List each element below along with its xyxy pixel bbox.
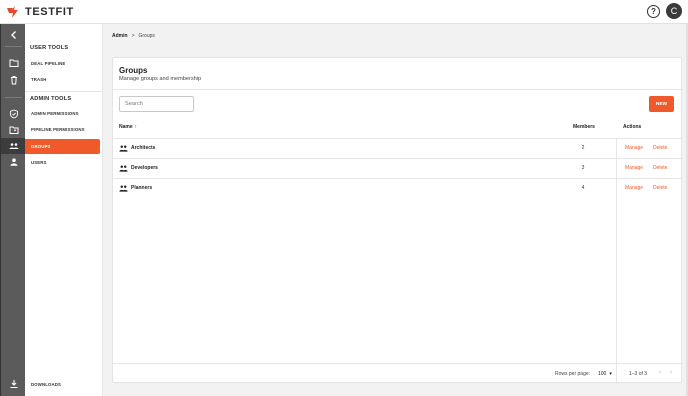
group-icon [119,165,128,172]
group-icon [9,143,18,149]
download-icon [10,380,17,389]
rail-pipeline-permissions[interactable] [1,122,26,138]
trash-icon [10,76,17,85]
rail-deal-pipeline[interactable] [1,55,26,71]
breadcrumb: Admin > Groups [112,33,155,39]
rail-users[interactable] [1,154,26,170]
search-input[interactable] [119,96,194,112]
group-icon [119,145,128,152]
top-header: TESTFIT ? C [0,0,688,24]
manage-link[interactable]: Manage [625,158,643,178]
nav-item-deal-pipeline[interactable]: DEAL PIPELINE [25,56,100,71]
nav-item-admin-permissions[interactable]: ADMIN PERMISSIONS [25,106,100,121]
table-row: Developers 3 Manage Delete [113,158,683,178]
new-group-button[interactable]: NEW [649,96,674,112]
nav-item-pipeline-permissions[interactable]: PIPELINE PERMISSIONS [25,122,100,137]
shield-icon [9,109,18,119]
table-row: Architects 2 Manage Delete [113,138,683,158]
member-count: 4 [581,185,585,191]
brand-name: TESTFIT [25,5,74,18]
previous-page-button[interactable]: ‹ [659,369,661,376]
brand-logo[interactable]: TESTFIT [6,5,74,19]
nav-item-trash[interactable]: TRASH [25,72,100,87]
column-name-label: Name [119,124,133,130]
testfit-logo-icon [7,5,18,18]
folder-icon [9,59,18,67]
breadcrumb-current: Groups [138,33,155,39]
column-header-members: Members [573,124,595,130]
breadcrumb-admin[interactable]: Admin [112,33,128,39]
column-header-name[interactable]: Name ↑ [119,124,137,130]
rows-per-page-label: Rows per page: [555,371,591,377]
rail-downloads[interactable] [1,376,26,392]
page-subtitle: Manage groups and membership [119,76,202,82]
manage-link[interactable]: Manage [625,138,643,158]
main-content: Admin > Groups Groups Manage groups and … [103,24,688,396]
collapse-button[interactable] [1,27,26,43]
rows-per-page-value: 100 [598,371,607,377]
group-name: Planners [131,185,153,191]
manage-link[interactable]: Manage [625,178,643,198]
rail-trash[interactable] [1,72,26,88]
groups-card: Groups Manage groups and membership NEW … [112,57,683,384]
folder-user-icon [9,126,18,134]
pagination-range: 1–3 of 3 [629,371,648,377]
breadcrumb-separator: > [131,33,135,39]
nav-item-users[interactable]: USERS [25,155,100,170]
rows-per-page-select[interactable]: 100 ▾ [598,371,612,377]
secondary-nav: USER TOOLS DEAL PIPELINE TRASH ADMIN TOO… [25,24,103,396]
nav-item-downloads[interactable]: DOWNLOADS [25,377,100,392]
chevron-down-icon: ▾ [609,371,612,377]
delete-link[interactable]: Delete [653,138,667,158]
page-title: Groups [119,66,148,75]
icon-rail [0,24,26,396]
rail-groups[interactable] [1,138,26,154]
avatar[interactable]: C [666,3,682,19]
user-tools-heading: USER TOOLS [30,45,69,51]
table-row: Planners 4 Manage Delete [113,178,683,198]
help-circle-icon[interactable]: ? [647,4,660,18]
delete-link[interactable]: Delete [653,178,667,198]
member-count: 2 [581,145,585,151]
group-name: Developers [131,165,158,171]
member-count: 3 [581,165,585,171]
rail-admin-permissions[interactable] [1,106,26,122]
pagination-footer: Rows per page: 100 ▾ 1–3 of 3 ‹ › [113,363,683,384]
chevron-left-icon [10,31,16,39]
group-icon [119,185,128,192]
next-page-button[interactable]: › [670,369,672,376]
sort-arrow-up-icon: ↑ [134,124,138,130]
nav-item-groups[interactable]: GROUPS [25,139,100,154]
delete-link[interactable]: Delete [653,158,667,178]
admin-tools-heading: ADMIN TOOLS [30,96,72,102]
group-name: Architects [131,145,156,151]
column-header-actions: Actions [623,124,642,130]
user-icon [10,158,17,166]
